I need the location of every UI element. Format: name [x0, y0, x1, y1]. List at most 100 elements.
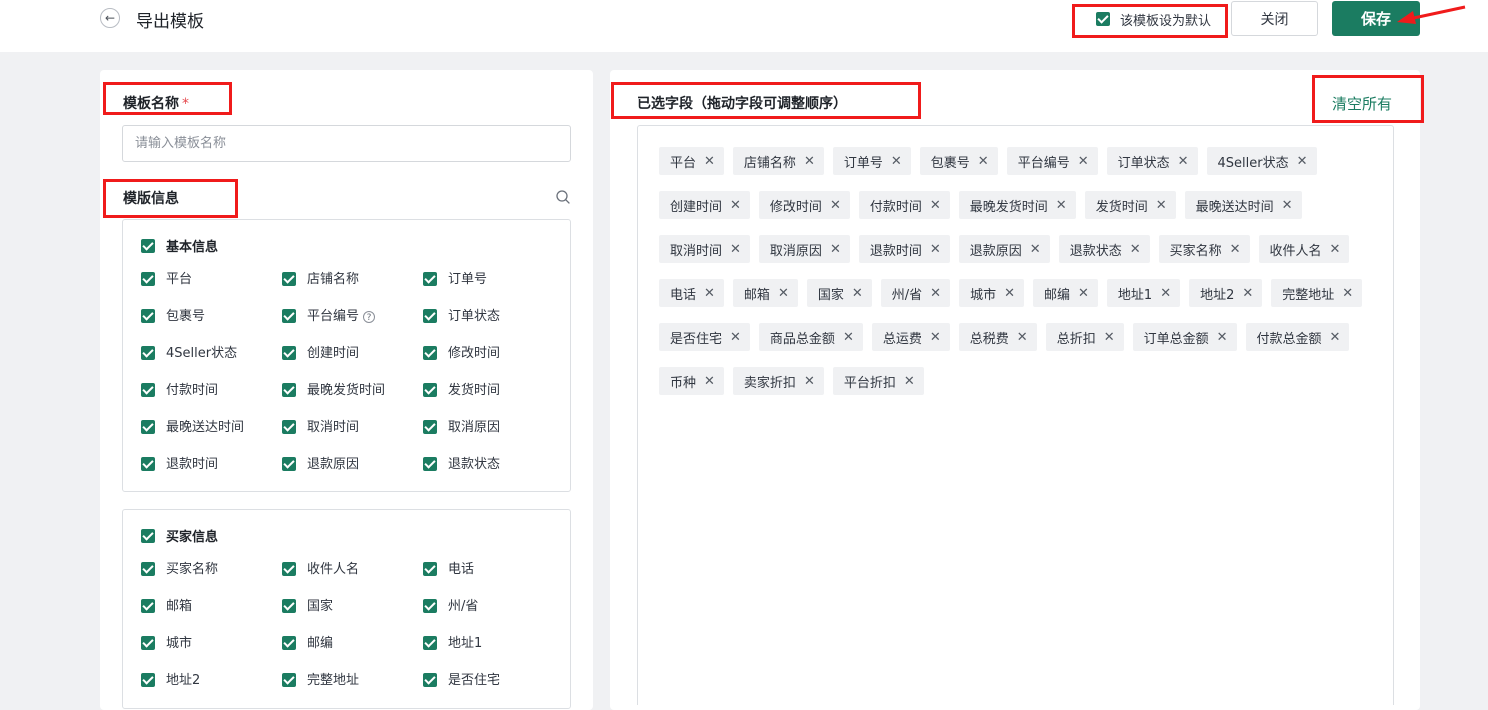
field-checkbox[interactable]: 平台编号? [282, 309, 423, 329]
arrow-left-icon[interactable]: ← [100, 8, 120, 28]
field-checkbox[interactable]: 收件人名 [282, 562, 423, 582]
selected-field-chip[interactable]: 卖家折扣 ✕ [732, 367, 824, 395]
selected-field-chip[interactable]: 最晚送达时间 ✕ [1184, 191, 1302, 219]
selected-field-chip[interactable]: 平台 ✕ [659, 147, 724, 175]
close-icon[interactable]: ✕ [704, 155, 715, 168]
close-icon[interactable]: ✕ [830, 199, 841, 212]
field-checkbox[interactable]: 地址2 [141, 673, 282, 693]
field-checkbox[interactable]: 最晚发货时间 [282, 383, 423, 403]
selected-field-chip[interactable]: 邮箱 ✕ [732, 279, 798, 307]
group-checkbox-buyer[interactable]: 买家信息 [141, 526, 218, 545]
field-checkbox[interactable]: 退款原因 [282, 457, 423, 477]
close-icon[interactable]: ✕ [1282, 199, 1293, 212]
field-checkbox[interactable]: 订单状态 [423, 309, 561, 329]
close-icon[interactable]: ✕ [1342, 287, 1353, 300]
close-icon[interactable]: ✕ [804, 375, 815, 388]
field-checkbox[interactable]: 发货时间 [423, 383, 561, 403]
search-icon[interactable] [555, 189, 571, 205]
close-icon[interactable]: ✕ [1078, 287, 1089, 300]
close-icon[interactable]: ✕ [1004, 287, 1015, 300]
close-icon[interactable]: ✕ [1017, 331, 1028, 344]
selected-field-chip[interactable]: 最晚发货时间 ✕ [958, 191, 1076, 219]
selected-field-chip[interactable]: 平台折扣 ✕ [832, 367, 924, 395]
field-checkbox[interactable]: 国家 [282, 599, 423, 619]
close-icon[interactable]: ✕ [830, 243, 841, 256]
selected-field-chip[interactable]: 电话 ✕ [659, 279, 724, 307]
set-default-checkbox[interactable]: 该模板设为默认 [1096, 10, 1211, 29]
selected-field-chip[interactable]: 付款时间 ✕ [858, 191, 950, 219]
close-icon[interactable]: ✕ [1160, 287, 1171, 300]
close-icon[interactable]: ✕ [930, 243, 941, 256]
selected-field-chip[interactable]: 地址1 ✕ [1106, 279, 1181, 307]
selected-field-chip[interactable]: 退款时间 ✕ [858, 235, 950, 263]
close-icon[interactable]: ✕ [1242, 287, 1253, 300]
close-icon[interactable]: ✕ [1030, 243, 1041, 256]
selected-field-chip[interactable]: 州/省 ✕ [880, 279, 951, 307]
selected-field-chip[interactable]: 付款总金额 ✕ [1245, 323, 1350, 351]
close-icon[interactable]: ✕ [1217, 331, 1228, 344]
selected-field-chip[interactable]: 平台编号 ✕ [1006, 147, 1098, 175]
close-button[interactable]: 关闭 [1231, 1, 1318, 36]
close-icon[interactable]: ✕ [1078, 155, 1089, 168]
clear-all-button[interactable]: 清空所有 [1332, 93, 1392, 114]
selected-field-chip[interactable]: 退款状态 ✕ [1058, 235, 1150, 263]
selected-field-chip[interactable]: 商品总金额 ✕ [758, 323, 863, 351]
close-icon[interactable]: ✕ [852, 287, 863, 300]
close-icon[interactable]: ✕ [1297, 155, 1308, 168]
selected-field-chip[interactable]: 总折扣 ✕ [1045, 323, 1124, 351]
close-icon[interactable]: ✕ [730, 199, 741, 212]
field-checkbox[interactable]: 完整地址 [282, 673, 423, 693]
field-checkbox[interactable]: 修改时间 [423, 346, 561, 366]
selected-field-chip[interactable]: 4Seller状态 ✕ [1206, 147, 1317, 175]
close-icon[interactable]: ✕ [1130, 243, 1141, 256]
field-checkbox[interactable]: 退款状态 [423, 457, 561, 477]
field-checkbox[interactable]: 州/省 [423, 599, 561, 619]
selected-field-chip[interactable]: 发货时间 ✕ [1084, 191, 1176, 219]
selected-field-chip[interactable]: 创建时间 ✕ [659, 191, 750, 219]
selected-field-chip[interactable]: 包裹号 ✕ [919, 147, 998, 175]
close-icon[interactable]: ✕ [1056, 199, 1067, 212]
help-icon[interactable]: ? [363, 311, 376, 323]
close-icon[interactable]: ✕ [704, 375, 715, 388]
selected-field-chip[interactable]: 地址2 ✕ [1189, 279, 1263, 307]
close-icon[interactable]: ✕ [930, 331, 941, 344]
field-checkbox[interactable]: 城市 [141, 636, 282, 656]
selected-field-chip[interactable]: 国家 ✕ [806, 279, 872, 307]
close-icon[interactable]: ✕ [1330, 243, 1341, 256]
field-checkbox[interactable]: 取消时间 [282, 420, 423, 440]
close-icon[interactable]: ✕ [904, 375, 915, 388]
selected-field-chip[interactable]: 订单号 ✕ [832, 147, 911, 175]
selected-field-chip[interactable]: 修改时间 ✕ [758, 191, 850, 219]
close-icon[interactable]: ✕ [778, 287, 789, 300]
field-checkbox[interactable]: 店铺名称 [282, 272, 423, 292]
field-checkbox[interactable]: 地址1 [423, 636, 561, 656]
selected-field-chip[interactable]: 收件人名 ✕ [1258, 235, 1350, 263]
field-checkbox[interactable]: 邮编 [282, 636, 423, 656]
selected-field-chip[interactable]: 币种 ✕ [659, 367, 724, 395]
field-checkbox[interactable]: 创建时间 [282, 346, 423, 366]
field-checkbox[interactable]: 包裹号 [141, 309, 282, 329]
field-checkbox[interactable]: 退款时间 [141, 457, 282, 477]
selected-field-chip[interactable]: 取消时间 ✕ [659, 235, 750, 263]
field-checkbox[interactable]: 平台 [141, 272, 282, 292]
field-checkbox[interactable]: 是否住宅 [423, 673, 561, 693]
selected-field-chip[interactable]: 店铺名称 ✕ [732, 147, 824, 175]
close-icon[interactable]: ✕ [930, 199, 941, 212]
field-checkbox[interactable]: 买家名称 [141, 562, 282, 582]
field-checkbox[interactable]: 订单号 [423, 272, 561, 292]
close-icon[interactable]: ✕ [704, 287, 715, 300]
field-checkbox[interactable]: 最晚送达时间 [141, 420, 282, 440]
selected-field-chip[interactable]: 取消原因 ✕ [758, 235, 850, 263]
selected-field-chip[interactable]: 总运费 ✕ [871, 323, 950, 351]
field-checkbox[interactable]: 邮箱 [141, 599, 282, 619]
close-icon[interactable]: ✕ [891, 155, 902, 168]
close-icon[interactable]: ✕ [730, 331, 741, 344]
selected-field-chip[interactable]: 是否住宅 ✕ [659, 323, 750, 351]
selected-field-chip[interactable]: 退款原因 ✕ [958, 235, 1050, 263]
close-icon[interactable]: ✕ [930, 287, 941, 300]
selected-field-chip[interactable]: 城市 ✕ [959, 279, 1024, 307]
close-icon[interactable]: ✕ [843, 331, 854, 344]
close-icon[interactable]: ✕ [1104, 331, 1115, 344]
field-checkbox[interactable]: 电话 [423, 562, 561, 582]
close-icon[interactable]: ✕ [1330, 331, 1341, 344]
